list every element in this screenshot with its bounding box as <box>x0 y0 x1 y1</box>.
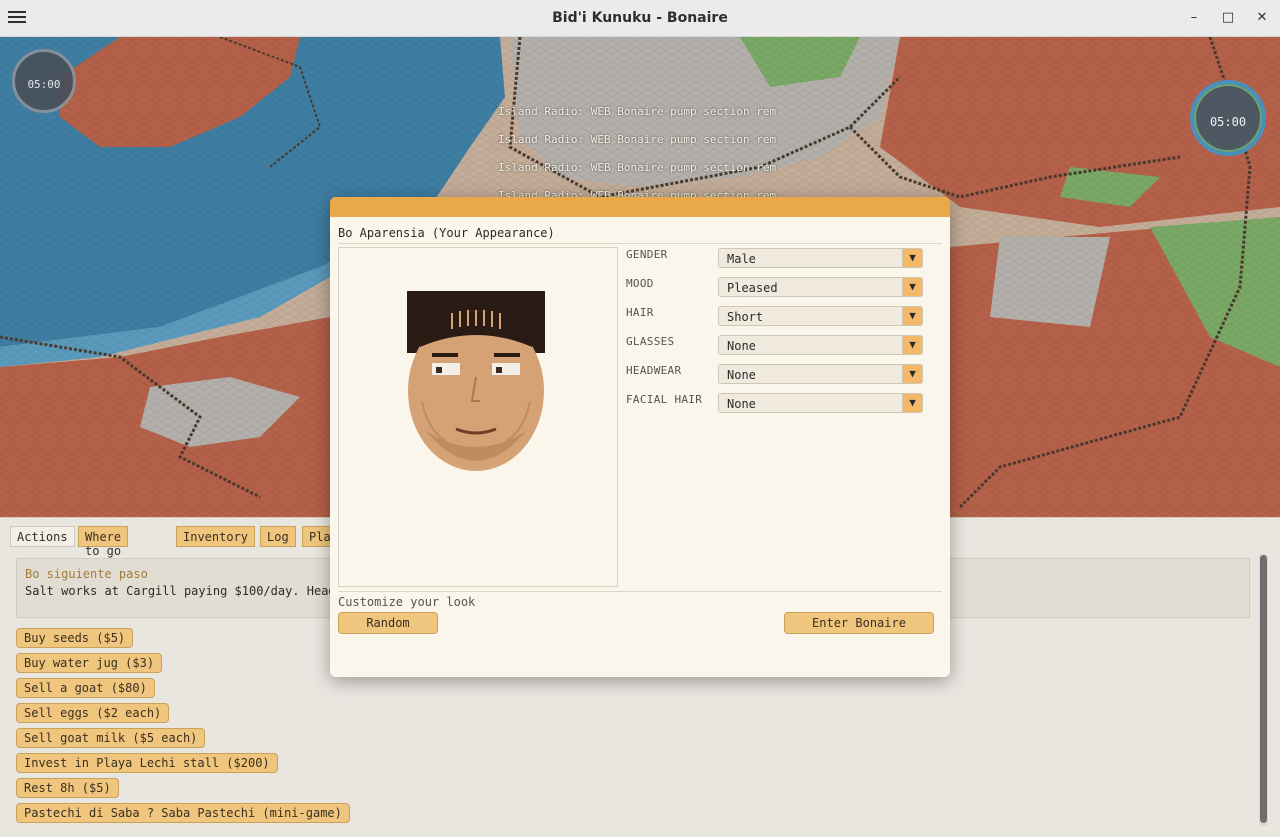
glasses-value: None <box>727 339 756 353</box>
clock-time: 05:00 <box>27 78 61 91</box>
random-button[interactable]: Random <box>338 612 438 634</box>
day-clock: 05:00 <box>1190 80 1266 156</box>
radio-message: Island Radio: WEB Bonaire pump section r… <box>498 105 777 118</box>
pastechi-minigame-button[interactable]: Pastechi di Saba ? Saba Pastechi (mini-g… <box>16 803 350 823</box>
radio-message: Island Radio: WEB Bonaire pump section r… <box>498 133 777 146</box>
buy-seeds-button[interactable]: Buy seeds ($5) <box>16 628 134 648</box>
headwear-value: None <box>727 368 756 382</box>
chevron-down-icon[interactable]: ▼ <box>902 336 922 354</box>
chevron-down-icon[interactable]: ▼ <box>902 249 922 267</box>
panel-scrollbar[interactable] <box>1259 554 1268 826</box>
chevron-down-icon[interactable]: ▼ <box>902 307 922 325</box>
gender-value: Male <box>727 252 756 266</box>
mood-label: MOOD <box>626 277 654 290</box>
chevron-down-icon[interactable]: ▼ <box>902 394 922 412</box>
hair-select[interactable]: Short ▼ <box>718 306 923 326</box>
maximize-button[interactable]: □ <box>1219 9 1237 27</box>
buy-water-jug-button[interactable]: Buy water jug ($3) <box>16 653 163 673</box>
minimap-clock: 05:00 <box>12 49 76 113</box>
avatar <box>407 291 545 471</box>
headwear-select[interactable]: None ▼ <box>718 364 923 384</box>
scrollbar-thumb[interactable] <box>1260 555 1267 823</box>
tab-actions[interactable]: Actions <box>10 526 75 547</box>
facial-hair-select[interactable]: None ▼ <box>718 393 923 413</box>
appearance-dialog: Bo Aparensia (Your Appearance) GENDER Ma… <box>330 197 950 677</box>
sell-eggs-button[interactable]: Sell eggs ($2 each) <box>16 703 170 723</box>
hair-value: Short <box>727 310 764 324</box>
mood-value: Pleased <box>727 281 778 295</box>
glasses-select[interactable]: None ▼ <box>718 335 923 355</box>
chevron-down-icon[interactable]: ▼ <box>902 365 922 383</box>
sell-goat-milk-button[interactable]: Sell goat milk ($5 each) <box>16 728 206 748</box>
enter-bonaire-button[interactable]: Enter Bonaire <box>784 612 934 634</box>
divider <box>338 243 942 244</box>
window-titlebar: Bid'i Kunuku - Bonaire – □ ✕ <box>0 0 1280 37</box>
facial-hair-value: None <box>727 397 756 411</box>
gender-label: GENDER <box>626 248 668 261</box>
mood-select[interactable]: Pleased ▼ <box>718 277 923 297</box>
avatar-preview <box>338 247 618 587</box>
customize-hint: Customize your look <box>338 595 476 609</box>
dialog-header-bar <box>330 197 950 217</box>
rest-button[interactable]: Rest 8h ($5) <box>16 778 119 798</box>
divider <box>338 591 942 592</box>
facial-hair-label: FACIAL HAIR <box>626 393 703 406</box>
minimize-button[interactable]: – <box>1185 9 1203 27</box>
dialog-title: Bo Aparensia (Your Appearance) <box>338 226 555 240</box>
glasses-label: GLASSES <box>626 335 675 348</box>
chevron-down-icon[interactable]: ▼ <box>902 278 922 296</box>
hair-label: HAIR <box>626 306 654 319</box>
window-title: Bid'i Kunuku - Bonaire <box>552 10 728 26</box>
invest-stall-button[interactable]: Invest in Playa Lechi stall ($200) <box>16 753 278 773</box>
clock-time: 05:00 <box>1209 115 1247 129</box>
tab-where-to-go[interactable]: Where to go <box>78 526 129 558</box>
tab-log[interactable]: Log <box>260 526 296 547</box>
tab-inventory[interactable]: Inventory <box>176 526 256 547</box>
radio-message: Island Radio: WEB Bonaire pump section r… <box>498 161 777 174</box>
sell-goat-button[interactable]: Sell a goat ($80) <box>16 678 155 698</box>
close-button[interactable]: ✕ <box>1253 9 1271 27</box>
headwear-label: HEADWEAR <box>626 364 682 377</box>
gender-select[interactable]: Male ▼ <box>718 248 923 268</box>
